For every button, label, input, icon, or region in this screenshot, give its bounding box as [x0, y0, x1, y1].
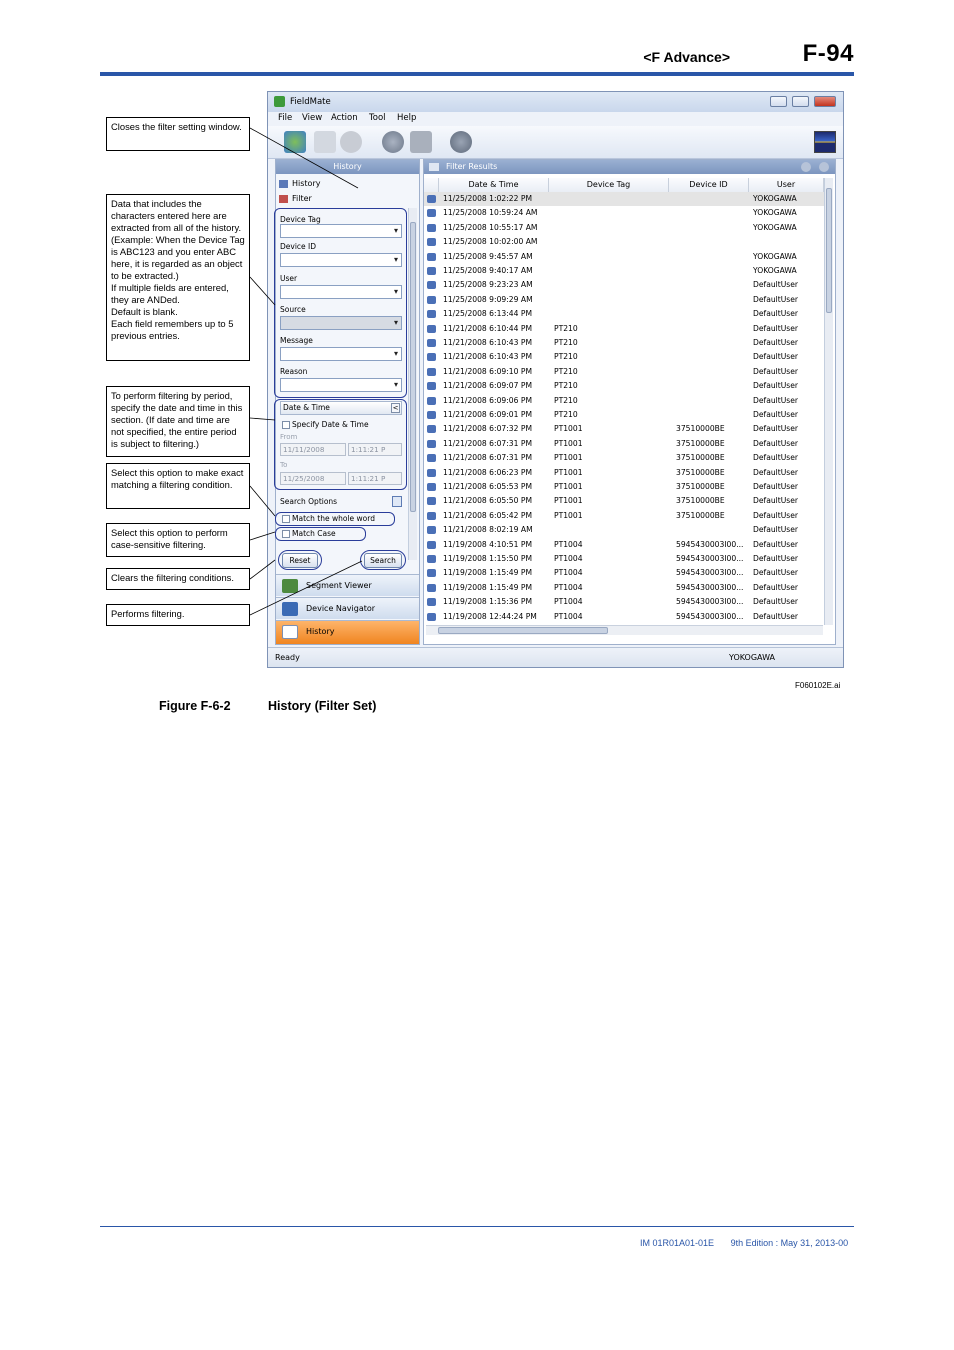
footer-rule	[100, 1226, 854, 1227]
figure-file-id: F060102E.ai	[795, 681, 841, 690]
figure-number: Figure F-6-2	[159, 699, 231, 713]
doc-number: IM 01R01A01-01E	[640, 1238, 715, 1248]
footer: IM 01R01A01-01E 9th Edition : May 31, 20…	[640, 1238, 848, 1248]
edition: 9th Edition : May 31, 2013-00	[730, 1238, 849, 1248]
figure-title: History (Filter Set)	[268, 699, 377, 713]
leader-lines	[249, 127, 363, 616]
figure-caption: Figure F-6-2 History (Filter Set)	[159, 699, 376, 713]
